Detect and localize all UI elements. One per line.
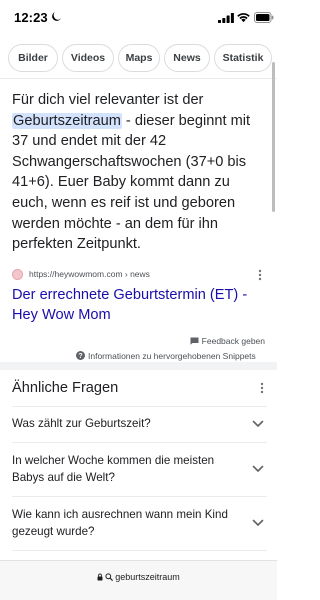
snippet-source: https://heywowmom.com › news <box>12 268 267 282</box>
chip-divider <box>0 78 277 79</box>
chevron-down-icon <box>252 465 264 472</box>
feedback-link[interactable]: Feedback geben <box>190 335 265 347</box>
chip-statistik[interactable]: Statistik <box>214 44 272 72</box>
result-title-link[interactable]: Der errechnete Geburtstermin (ET) - Hey … <box>12 285 267 325</box>
lock-icon <box>97 573 103 581</box>
chip-news[interactable]: News <box>164 44 210 72</box>
section-separator <box>0 362 277 370</box>
related-questions-heading: Ähnliche Fragen <box>12 380 119 396</box>
snippet-info-link[interactable]: ? Informationen zu hervorgehobenen Snipp… <box>76 350 256 362</box>
wifi-icon <box>237 13 250 23</box>
more-options-icon[interactable] <box>255 268 265 282</box>
question-divider <box>12 550 267 551</box>
related-question-text: Wie kann ich ausrechnen wann mein Kind g… <box>12 508 228 538</box>
site-favicon-icon <box>12 269 23 280</box>
moon-icon <box>52 12 61 21</box>
battery-icon <box>254 12 274 23</box>
related-question-text: In welcher Woche kommen die meisten Baby… <box>12 454 215 484</box>
search-icon <box>105 573 114 581</box>
related-questions-more-icon[interactable] <box>257 381 267 395</box>
chip-videos[interactable]: Videos <box>62 44 114 72</box>
chevron-down-icon <box>252 519 264 526</box>
browser-bottom-bar: geburtszeitraum <box>0 560 277 600</box>
snippet-highlight: Geburtszeitraum <box>12 112 122 129</box>
chevron-down-icon <box>252 420 264 427</box>
status-time: 12:23 <box>14 10 48 25</box>
address-bar-text: geburtszeitraum <box>115 572 180 582</box>
snippet-text-after: - dieser beginnt mit 37 und endet mit de… <box>12 112 251 253</box>
featured-snippet-text: Für dich viel relevanter ist der Geburts… <box>12 90 264 255</box>
help-icon: ? <box>76 351 85 360</box>
chip-maps[interactable]: Maps <box>118 44 160 72</box>
svg-text:?: ? <box>78 353 82 360</box>
search-filter-chips: Bilder Videos Maps News Statistik <box>0 40 277 76</box>
related-question-item[interactable]: Wie kann ich ausrechnen wann mein Kind g… <box>12 496 267 550</box>
chip-bilder[interactable]: Bilder <box>8 44 58 72</box>
snippet-text-before: Für dich viel relevanter ist der <box>12 92 204 108</box>
page-scrollbar[interactable] <box>272 62 275 212</box>
info-label: Informationen zu hervorgehobenen Snippet… <box>88 351 256 361</box>
signal-icon <box>218 13 234 23</box>
related-question-text: Was zählt zur Geburtszeit? <box>12 417 151 430</box>
feedback-label: Feedback geben <box>201 336 265 346</box>
address-bar[interactable]: geburtszeitraum <box>70 569 207 585</box>
related-question-item[interactable]: Was zählt zur Geburtszeit? <box>12 406 267 442</box>
related-question-item[interactable]: In welcher Woche kommen die meisten Baby… <box>12 442 267 496</box>
status-bar: 12:23 <box>0 0 277 34</box>
source-url[interactable]: https://heywowmom.com › news <box>29 268 150 281</box>
feedback-icon <box>190 337 199 345</box>
